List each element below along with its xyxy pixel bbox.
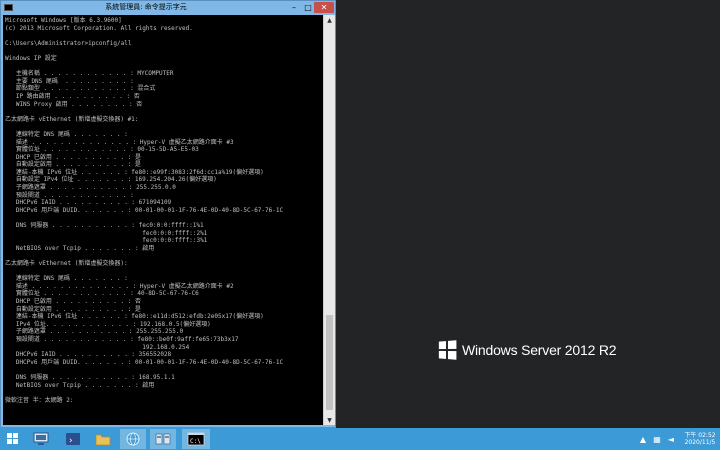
scrollbar-thumb[interactable] [326, 315, 333, 410]
windows-server-logo-text: Windows Server 2012 R2 [462, 342, 617, 358]
powershell-icon: › [66, 433, 80, 446]
server-manager-icon [33, 432, 49, 445]
windows-server-logo: Windows Server 2012 R2 [438, 340, 617, 360]
tray-arrow-icon[interactable]: ▲ [638, 434, 648, 444]
window-titlebar[interactable]: 系統管理員: 命令提示字元 – □ ✕ [1, 1, 335, 15]
system-tray: ▲ ▦ ◄ 下午 02:52 2020/11/5 [638, 428, 720, 450]
window-title: 系統管理員: 命令提示字元 [105, 3, 187, 11]
taskbar-server-manager[interactable] [28, 429, 54, 449]
taskbar-command-prompt[interactable]: C:\ [182, 429, 210, 449]
network-status-icon[interactable]: ▦ [652, 434, 662, 444]
windows-logo-icon [438, 340, 457, 360]
console-output[interactable]: Microsoft Windows [版本 6.3.9600] (c) 2013… [3, 15, 323, 425]
clock-date: 2020/11/5 [684, 439, 716, 446]
network-globe-icon [126, 432, 140, 446]
clock-time: 下午 02:52 [684, 432, 716, 439]
hyper-v-icon [155, 433, 171, 445]
taskbar-clock[interactable]: 下午 02:52 2020/11/5 [680, 432, 720, 446]
console-text: Microsoft Windows [版本 6.3.9600] (c) 2013… [5, 17, 284, 404]
minimize-button[interactable]: – [287, 2, 301, 13]
svg-text:C:\: C:\ [190, 438, 201, 445]
taskbar-network[interactable] [120, 429, 146, 449]
svg-text:›: › [69, 436, 73, 446]
close-button[interactable]: ✕ [314, 2, 334, 13]
console-scrollbar[interactable]: ▲ ▼ [323, 15, 335, 425]
volume-icon[interactable]: ◄ [666, 434, 676, 444]
taskbar-hyper-v-manager[interactable] [150, 429, 176, 449]
taskbar-file-explorer[interactable] [90, 429, 116, 449]
start-button[interactable] [0, 429, 26, 449]
scroll-up-icon[interactable]: ▲ [324, 15, 335, 25]
taskbar-powershell[interactable]: › [60, 429, 86, 449]
command-prompt-window[interactable]: 系統管理員: 命令提示字元 – □ ✕ Microsoft Windows [版… [0, 0, 336, 428]
scroll-down-icon[interactable]: ▼ [324, 415, 335, 425]
maximize-button[interactable]: □ [301, 2, 315, 13]
folder-icon [95, 434, 111, 446]
taskbar: › C:\ ▲ ▦ ◄ 下午 02:52 2020/11/5 [0, 428, 720, 450]
cmd-icon: C:\ [187, 432, 205, 446]
windows-flag-icon [7, 433, 19, 445]
